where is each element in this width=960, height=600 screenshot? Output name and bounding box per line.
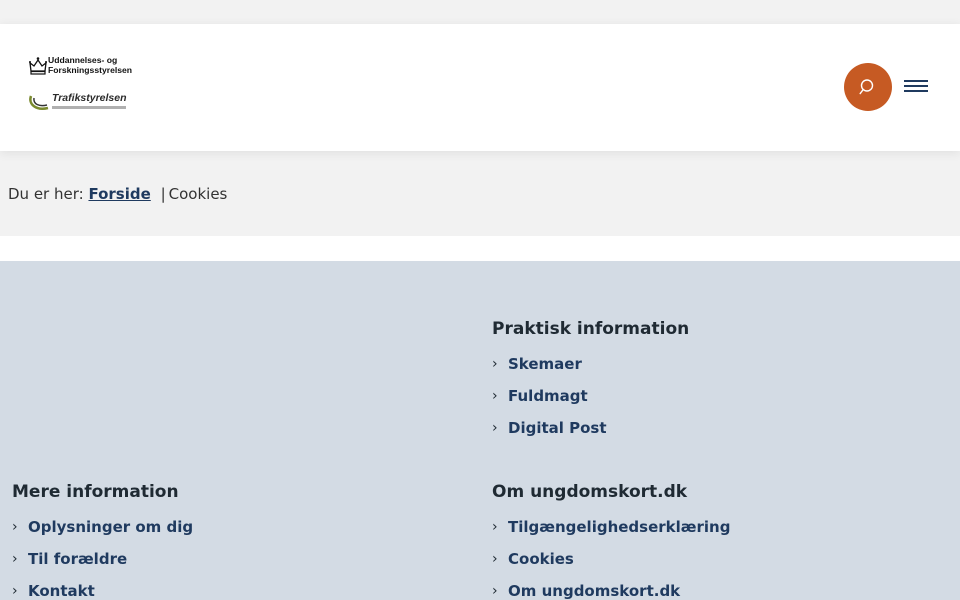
footer-link-om-ungdomskort[interactable]: Om ungdomskort.dk xyxy=(508,582,680,600)
site-footer: Praktisk information › Skemaer › Fuldmagt … xyxy=(0,261,960,600)
chevron-right-icon: › xyxy=(12,583,18,599)
swoosh-icon xyxy=(29,95,49,110)
chevron-right-icon: › xyxy=(492,388,498,404)
footer-link-item[interactable]: › Til forældre xyxy=(12,550,193,582)
agency-name: Trafikstyrelsen xyxy=(52,92,127,104)
chevron-right-icon: › xyxy=(492,519,498,535)
footer-link-item[interactable]: › Digital Post xyxy=(492,419,689,451)
footer-link-item[interactable]: › Fuldmagt xyxy=(492,387,689,419)
agency-logo: Trafikstyrelsen xyxy=(28,90,138,114)
breadcrumb-prefix: Du er her: xyxy=(8,185,84,203)
ministry-name-line2: Forskningsstyrelsen xyxy=(48,65,133,75)
crown-icon xyxy=(29,57,47,75)
chevron-right-icon: › xyxy=(492,356,498,372)
footer-link-item[interactable]: › Tilgængelighedserklæring xyxy=(492,518,730,550)
ministry-logo: Uddannelses- og Forskningsstyrelsen xyxy=(28,55,138,89)
chevron-right-icon: › xyxy=(492,551,498,567)
breadcrumb: Du er her: Forside | Cookies xyxy=(8,185,227,203)
hamburger-menu-icon xyxy=(904,80,928,82)
menu-button[interactable] xyxy=(902,74,930,100)
content-spacer xyxy=(0,236,960,261)
footer-link-til-foraeldre[interactable]: Til forældre xyxy=(28,550,127,568)
footer-section-praktisk: Praktisk information › Skemaer › Fuldmagt … xyxy=(492,319,689,451)
site-header: Uddannelses- og Forskningsstyrelsen Traf… xyxy=(0,24,960,151)
footer-link-digital-post[interactable]: Digital Post xyxy=(508,419,607,437)
breadcrumb-separator: | xyxy=(160,185,166,203)
chevron-right-icon: › xyxy=(12,551,18,567)
breadcrumb-home-link[interactable]: Forside xyxy=(88,185,150,203)
footer-link-oplysninger[interactable]: Oplysninger om dig xyxy=(28,518,193,536)
footer-section-om-ungdomskort: Om ungdomskort.dk › Tilgængelighedserklær… xyxy=(492,482,730,600)
footer-link-kontakt[interactable]: Kontakt xyxy=(28,582,95,600)
chevron-right-icon: › xyxy=(492,583,498,599)
footer-section-title: Praktisk information xyxy=(492,319,690,339)
chevron-right-icon: › xyxy=(12,519,18,535)
chevron-right-icon: › xyxy=(492,420,498,436)
breadcrumb-current: Cookies xyxy=(168,185,228,203)
footer-link-tilgaengelighed[interactable]: Tilgængelighedserklæring xyxy=(508,518,730,536)
footer-section-title: Om ungdomskort.dk xyxy=(492,482,688,502)
footer-link-item[interactable]: › Cookies xyxy=(492,550,730,582)
agency-tagline-bar xyxy=(52,106,126,109)
footer-link-skemaer[interactable]: Skemaer xyxy=(508,355,582,373)
footer-section-title: Mere information xyxy=(12,482,179,502)
footer-link-item[interactable]: › Oplysninger om dig xyxy=(12,518,193,550)
footer-link-item[interactable]: › Skemaer xyxy=(492,355,689,387)
search-icon xyxy=(859,79,874,95)
footer-section-mere-information: Mere information › Oplysninger om dig › Ti… xyxy=(12,482,193,600)
ministry-name-line1: Uddannelses- og xyxy=(48,55,118,65)
footer-link-cookies[interactable]: Cookies xyxy=(508,550,574,568)
footer-link-fuldmagt[interactable]: Fuldmagt xyxy=(508,387,588,405)
site-logo[interactable]: Uddannelses- og Forskningsstyrelsen Traf… xyxy=(28,55,138,115)
search-button[interactable] xyxy=(844,63,892,111)
footer-link-item[interactable]: › Om ungdomskort.dk xyxy=(492,582,730,600)
footer-link-item[interactable]: › Kontakt xyxy=(12,582,193,600)
